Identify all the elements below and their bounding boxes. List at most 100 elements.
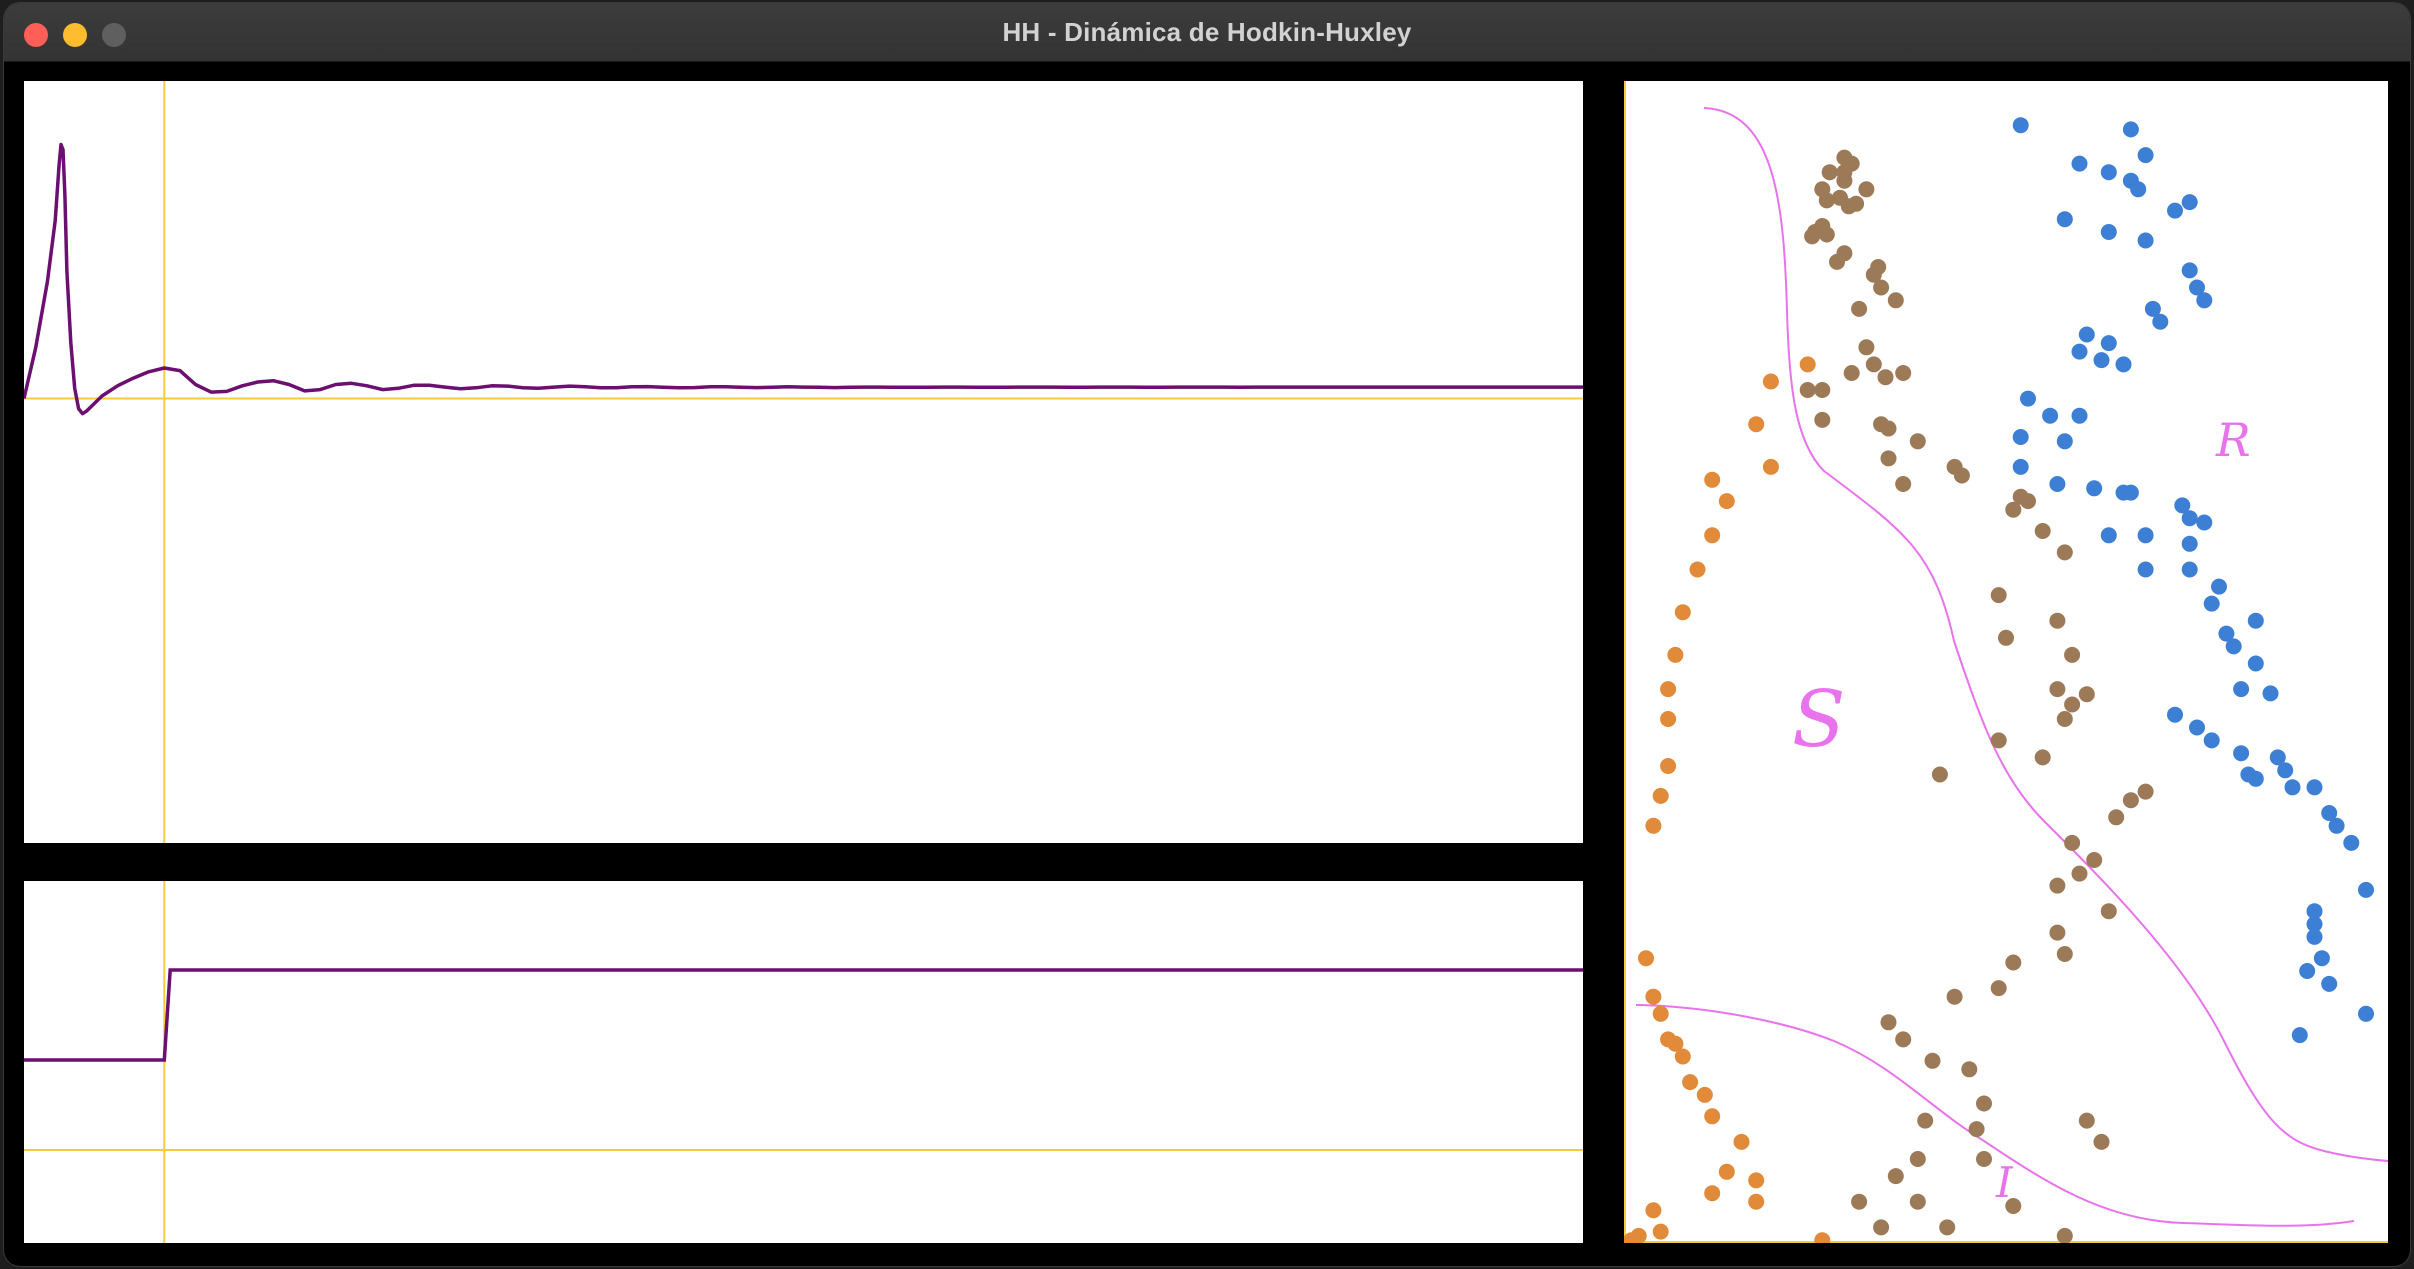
phase-point-r	[2225, 638, 2242, 655]
phase-point-r	[2358, 881, 2374, 898]
phase-point-s	[2005, 1198, 2022, 1214]
phase-point-s	[1840, 198, 1857, 215]
phase-point-i	[1689, 561, 1706, 578]
phase-point-i	[1652, 787, 1669, 804]
phase-point-s	[2005, 954, 2022, 971]
phase-point-s	[2049, 681, 2066, 698]
phase-point-s	[1939, 1219, 1956, 1236]
phase-point-s	[1880, 1014, 1897, 1031]
phase-point-i	[1682, 1074, 1699, 1091]
phase-point-r	[2247, 655, 2264, 672]
phase-point-s	[1917, 1112, 1934, 1129]
phase-point-r	[2137, 527, 2154, 544]
phase-point-r	[2306, 928, 2323, 945]
phase-point-r	[2042, 407, 2059, 424]
phase-point-r	[2211, 578, 2227, 595]
phase-point-r	[2299, 963, 2316, 979]
phase-point-s	[1946, 988, 1963, 1005]
phase-point-s	[1836, 172, 1853, 189]
phase-point-s	[2005, 501, 2022, 518]
phase-point-i	[1748, 1193, 1765, 1210]
phase-point-r	[2277, 762, 2294, 779]
phase-point-s	[2064, 646, 2081, 663]
phase-point-s	[1873, 279, 1890, 296]
phase-point-s	[1880, 420, 1897, 437]
phase-point-r	[2152, 313, 2169, 330]
voltage-plot	[24, 81, 1583, 843]
phase-point-i	[1674, 604, 1691, 621]
phase-point-s	[2056, 544, 2073, 561]
phase-point-r	[2086, 480, 2103, 497]
phase-point-i	[1660, 758, 1677, 774]
title-bar[interactable]: HH - Dinámica de Hodkin-Huxley	[4, 3, 2410, 62]
phase-point-i	[1704, 1185, 1721, 1202]
phase-point-s	[2100, 903, 2117, 920]
phase-point-r	[2203, 595, 2220, 612]
phase-point-i	[1748, 416, 1765, 433]
phase-point-i	[1718, 1163, 1735, 1180]
phase-point-s	[1814, 382, 1831, 398]
phase-point-i	[1814, 1232, 1831, 1243]
phase-point-r	[2262, 685, 2279, 702]
current-plot	[24, 881, 1583, 1243]
phase-point-r	[2093, 352, 2110, 369]
phase-point-s	[1814, 411, 1831, 428]
current-plot-svg	[24, 881, 1583, 1243]
phase-point-r	[2321, 975, 2338, 992]
phase-point-r	[2189, 719, 2205, 736]
phase-point-s	[2056, 946, 2073, 962]
region-label-r: R	[2215, 413, 2251, 467]
phase-point-s	[1976, 1151, 1992, 1167]
phase-point-s	[1877, 369, 1894, 386]
phase-point-i	[1704, 471, 1721, 488]
phase-point-s	[2049, 612, 2066, 629]
phase-point-s	[1858, 339, 1875, 356]
phase-point-r	[2306, 779, 2323, 796]
phase-point-r	[2056, 433, 2073, 450]
phase-point-s	[2093, 1133, 2110, 1150]
phase-point-s	[2049, 877, 2066, 894]
phase-point-s	[2071, 865, 2088, 882]
current-trace-line	[24, 968, 1583, 1062]
phase-point-i	[1733, 1133, 1750, 1150]
phase-point-r	[2115, 484, 2132, 501]
phase-point-s	[1953, 467, 1970, 484]
region-label-s: S	[1792, 675, 1845, 765]
phase-point-s	[1976, 1095, 1992, 1112]
phase-point-r	[2137, 561, 2154, 578]
phase-point-r	[2012, 429, 2029, 445]
phase-point-s	[2078, 686, 2095, 703]
phase-point-r	[2196, 514, 2213, 531]
voltage-plot-svg	[24, 81, 1583, 843]
phase-point-i	[1762, 458, 1779, 475]
phase-point-s	[2108, 809, 2125, 826]
phase-point-s	[1909, 1151, 1926, 1167]
phase-point-s	[1851, 1193, 1868, 1210]
phase-point-s	[2086, 852, 2103, 868]
separator-curve-upper	[1703, 107, 2388, 1162]
phase-point-s	[2034, 749, 2051, 766]
phase-point-s	[1990, 980, 2007, 997]
phase-point-s	[1829, 253, 1845, 270]
phase-point-s	[2078, 1112, 2095, 1129]
phase-point-i	[1660, 681, 1677, 698]
phase-point-r	[2358, 1005, 2374, 1022]
phase-point-s	[2049, 924, 2066, 941]
phase-point-s	[1924, 1052, 1941, 1069]
phase-point-i	[1696, 1086, 1713, 1103]
phase-plane-plot: RSI	[1624, 81, 2388, 1243]
phase-point-s	[1968, 1121, 1985, 1138]
phase-point-s	[1804, 228, 1821, 245]
phase-point-r	[2056, 211, 2073, 228]
phase-point-s	[1880, 450, 1897, 467]
phase-point-s	[1843, 365, 1860, 381]
phase-point-r	[2181, 194, 2198, 211]
phase-point-i	[1704, 1108, 1721, 1125]
phase-point-r	[2078, 326, 2095, 343]
phase-point-i	[1762, 373, 1779, 390]
phase-point-s	[1998, 629, 2014, 646]
phase-point-s	[2122, 792, 2139, 809]
phase-point-r	[2100, 164, 2117, 181]
phase-point-r	[2071, 343, 2088, 360]
phase-point-i	[1667, 646, 1684, 663]
